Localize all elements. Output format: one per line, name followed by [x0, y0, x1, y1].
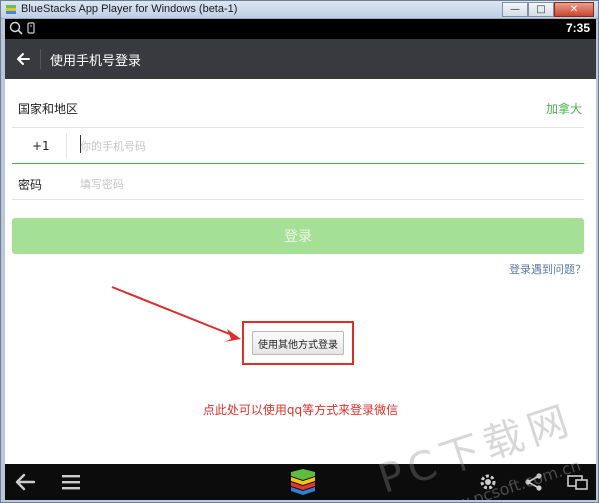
country-region-row[interactable]: 国家和地区 加拿大 — [12, 97, 582, 125]
code-divider — [66, 133, 67, 159]
divider — [12, 127, 584, 128]
password-row: 密码 — [12, 169, 584, 199]
phone-input-underline — [12, 163, 584, 164]
phone-number-input[interactable] — [80, 136, 580, 156]
page-title: 使用手机号登录 — [50, 54, 142, 69]
back-button[interactable] — [11, 47, 35, 71]
login-button[interactable]: 登录 — [12, 218, 584, 254]
status-bar: 7:35 — [5, 19, 596, 39]
nav-home-button[interactable] — [286, 468, 320, 496]
status-icons — [9, 21, 36, 35]
password-input[interactable] — [80, 174, 580, 194]
bluestacks-logo-icon — [291, 469, 315, 495]
nav-back-button[interactable] — [11, 468, 39, 496]
maximize-button[interactable]: □ — [528, 2, 554, 17]
close-button[interactable]: ✕ — [554, 2, 594, 17]
notification-icon — [27, 22, 35, 34]
nav-menu-button[interactable] — [57, 468, 85, 496]
divider — [12, 199, 584, 200]
text-cursor — [80, 135, 81, 153]
back-icon — [15, 473, 36, 491]
status-time: 7:35 — [565, 21, 590, 35]
bluestacks-app-icon — [6, 5, 16, 14]
country-code[interactable]: +1 — [32, 139, 50, 153]
menu-icon — [62, 475, 80, 490]
country-label: 国家和地区 — [18, 102, 79, 116]
app-window: BlueStacks App Player for Windows (beta-… — [0, 0, 599, 503]
window-titlebar[interactable]: BlueStacks App Player for Windows (beta-… — [1, 1, 598, 19]
other-login-button[interactable]: 使用其他方式登录 — [252, 331, 344, 355]
search-icon[interactable] — [9, 21, 23, 35]
phone-row: +1 — [12, 129, 584, 163]
android-screen: 7:35 使用手机号登录 国家和地区 加拿大 +1 你的手机号码 密码 登录 登… — [5, 19, 596, 500]
back-arrow-icon — [17, 53, 30, 65]
country-value[interactable]: 加拿大 — [546, 100, 582, 117]
annotation-highlight-box: 使用其他方式登录 — [242, 321, 354, 365]
password-label: 密码 — [18, 178, 43, 192]
app-bar: 使用手机号登录 — [5, 39, 596, 79]
minimize-button[interactable]: — — [502, 2, 528, 17]
login-trouble-link[interactable]: 登录遇到问题？ — [509, 261, 586, 277]
window-controls: — □ ✕ — [502, 2, 594, 17]
appbar-divider — [40, 49, 41, 69]
window-title: BlueStacks App Player for Windows (beta-… — [21, 3, 238, 15]
